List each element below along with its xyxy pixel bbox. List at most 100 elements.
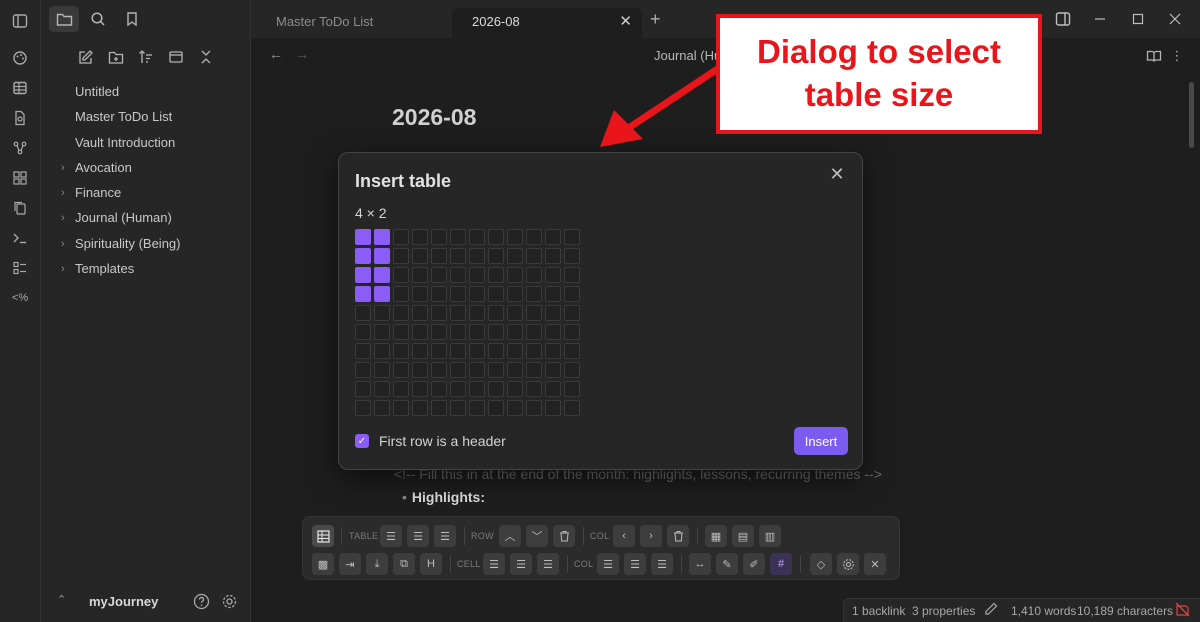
grid-cell[interactable] <box>374 343 390 359</box>
terminal-icon[interactable] <box>9 227 31 249</box>
grid-cell[interactable] <box>507 381 523 397</box>
grid-cell[interactable] <box>469 343 485 359</box>
tab-master-todo-list[interactable]: Master ToDo List <box>256 8 451 38</box>
collapse-all-icon[interactable] <box>195 46 217 68</box>
maximize-icon[interactable] <box>1127 8 1149 30</box>
file-item[interactable]: Untitled <box>41 81 250 106</box>
table-align-center-icon[interactable]: ☰ <box>407 525 429 547</box>
hash-icon[interactable]: # <box>770 553 792 575</box>
grid-cell[interactable] <box>507 267 523 283</box>
grid-cell[interactable] <box>564 305 580 321</box>
grid-cell[interactable] <box>488 362 504 378</box>
grid-cell[interactable] <box>526 400 542 416</box>
forward-arrow-icon[interactable]: → <box>295 46 315 66</box>
grid-cell[interactable] <box>431 267 447 283</box>
grid-cell[interactable] <box>355 305 371 321</box>
eraser-icon[interactable]: ◇ <box>810 553 832 575</box>
grid-cell[interactable] <box>412 381 428 397</box>
minimize-icon[interactable] <box>1089 8 1111 30</box>
grid-cell[interactable] <box>469 286 485 302</box>
grid-cell[interactable] <box>450 305 466 321</box>
col-delete-trash-icon[interactable] <box>667 525 689 547</box>
grid-cell-selected[interactable] <box>355 286 371 302</box>
grid-cell[interactable] <box>488 267 504 283</box>
grid-cell[interactable] <box>355 362 371 378</box>
cell-header-h-icon[interactable]: H <box>420 553 442 575</box>
table-format-icon[interactable]: ▦ <box>705 525 727 547</box>
grid-cell[interactable] <box>393 286 409 302</box>
new-folder-icon[interactable] <box>105 46 127 68</box>
table-grid-icon[interactable] <box>312 525 334 547</box>
blocks-icon[interactable] <box>9 167 31 189</box>
grid-cell[interactable] <box>545 343 561 359</box>
grid-cell[interactable] <box>393 248 409 264</box>
grid-cell-selected[interactable] <box>374 229 390 245</box>
grid-cell[interactable] <box>412 400 428 416</box>
cell-move-down-icon[interactable]: ⤓ <box>366 553 388 575</box>
toolbar-close-icon[interactable]: ✕ <box>864 553 886 575</box>
help-icon[interactable] <box>190 590 212 612</box>
more-options-icon[interactable]: ⋮ <box>1167 46 1187 66</box>
grid-cell[interactable] <box>393 324 409 340</box>
cell-shapes-icon[interactable]: ⧉ <box>393 553 415 575</box>
grid-cell[interactable] <box>393 305 409 321</box>
note-heading[interactable]: 2026-08 <box>392 104 476 131</box>
grid-cell[interactable] <box>431 343 447 359</box>
grid-cell[interactable] <box>526 286 542 302</box>
table-columns-icon[interactable]: ▥ <box>759 525 781 547</box>
grid-cell[interactable] <box>469 362 485 378</box>
grid-cell[interactable] <box>564 343 580 359</box>
sync-error-icon[interactable] <box>1175 602 1190 620</box>
grid-cell[interactable] <box>431 286 447 302</box>
folder-item[interactable]: › Avocation <box>41 157 250 182</box>
grid-cell[interactable] <box>526 362 542 378</box>
table-rows-icon[interactable]: ▤ <box>732 525 754 547</box>
sidebar-toggle-icon[interactable] <box>9 10 31 32</box>
grid-cell[interactable] <box>507 305 523 321</box>
col-align-center-icon[interactable]: ☰ <box>624 553 646 575</box>
reading-view-book-icon[interactable] <box>1144 46 1164 66</box>
grid-cell[interactable] <box>393 362 409 378</box>
grid-cell-selected[interactable] <box>374 286 390 302</box>
grid-cell[interactable] <box>564 324 580 340</box>
grid-cell[interactable] <box>507 362 523 378</box>
graph-icon[interactable] <box>9 137 31 159</box>
cell-align-center-icon[interactable]: ☰ <box>510 553 532 575</box>
bullet-highlights[interactable]: • Highlights: <box>402 489 485 505</box>
folder-item[interactable]: › Spirituality (Being) <box>41 233 250 258</box>
grid-cell[interactable] <box>469 381 485 397</box>
grid-cell[interactable] <box>431 324 447 340</box>
grid-cell[interactable] <box>545 362 561 378</box>
grid-cell[interactable] <box>374 362 390 378</box>
grid-cell[interactable] <box>393 343 409 359</box>
grid-cell[interactable] <box>374 381 390 397</box>
folder-item[interactable]: › Journal (Human) <box>41 207 250 232</box>
grid-cell[interactable] <box>469 248 485 264</box>
grid-cell[interactable] <box>355 343 371 359</box>
table-size-grid[interactable] <box>355 229 580 416</box>
cell-align-right-icon[interactable]: ☰ <box>537 553 559 575</box>
grid-cell[interactable] <box>431 229 447 245</box>
grid-cell[interactable] <box>545 324 561 340</box>
grid-cell[interactable] <box>507 229 523 245</box>
grid-cell[interactable] <box>393 267 409 283</box>
grid-cell[interactable] <box>564 400 580 416</box>
row-insert-above-icon[interactable]: ︿ <box>499 525 521 547</box>
grid-cell[interactable] <box>450 248 466 264</box>
table-align-left-icon[interactable]: ☰ <box>380 525 402 547</box>
header-row-checkbox-label[interactable]: First row is a header <box>379 433 506 449</box>
grid-cell[interactable] <box>469 305 485 321</box>
grid-cell[interactable] <box>393 400 409 416</box>
grid-cell[interactable] <box>374 324 390 340</box>
cell-select-icon[interactable]: ▩ <box>312 553 334 575</box>
grid-cell[interactable] <box>374 400 390 416</box>
bookmark-icon[interactable] <box>117 6 147 32</box>
grid-cell-selected[interactable] <box>355 229 371 245</box>
grid-cell[interactable] <box>526 324 542 340</box>
grid-cell[interactable] <box>545 305 561 321</box>
vault-switcher[interactable]: ⌃ myJourney <box>41 590 250 614</box>
grid-cell[interactable] <box>507 248 523 264</box>
grid-cell[interactable] <box>469 400 485 416</box>
back-arrow-icon[interactable]: ← <box>269 46 289 66</box>
grid-cell[interactable] <box>450 362 466 378</box>
